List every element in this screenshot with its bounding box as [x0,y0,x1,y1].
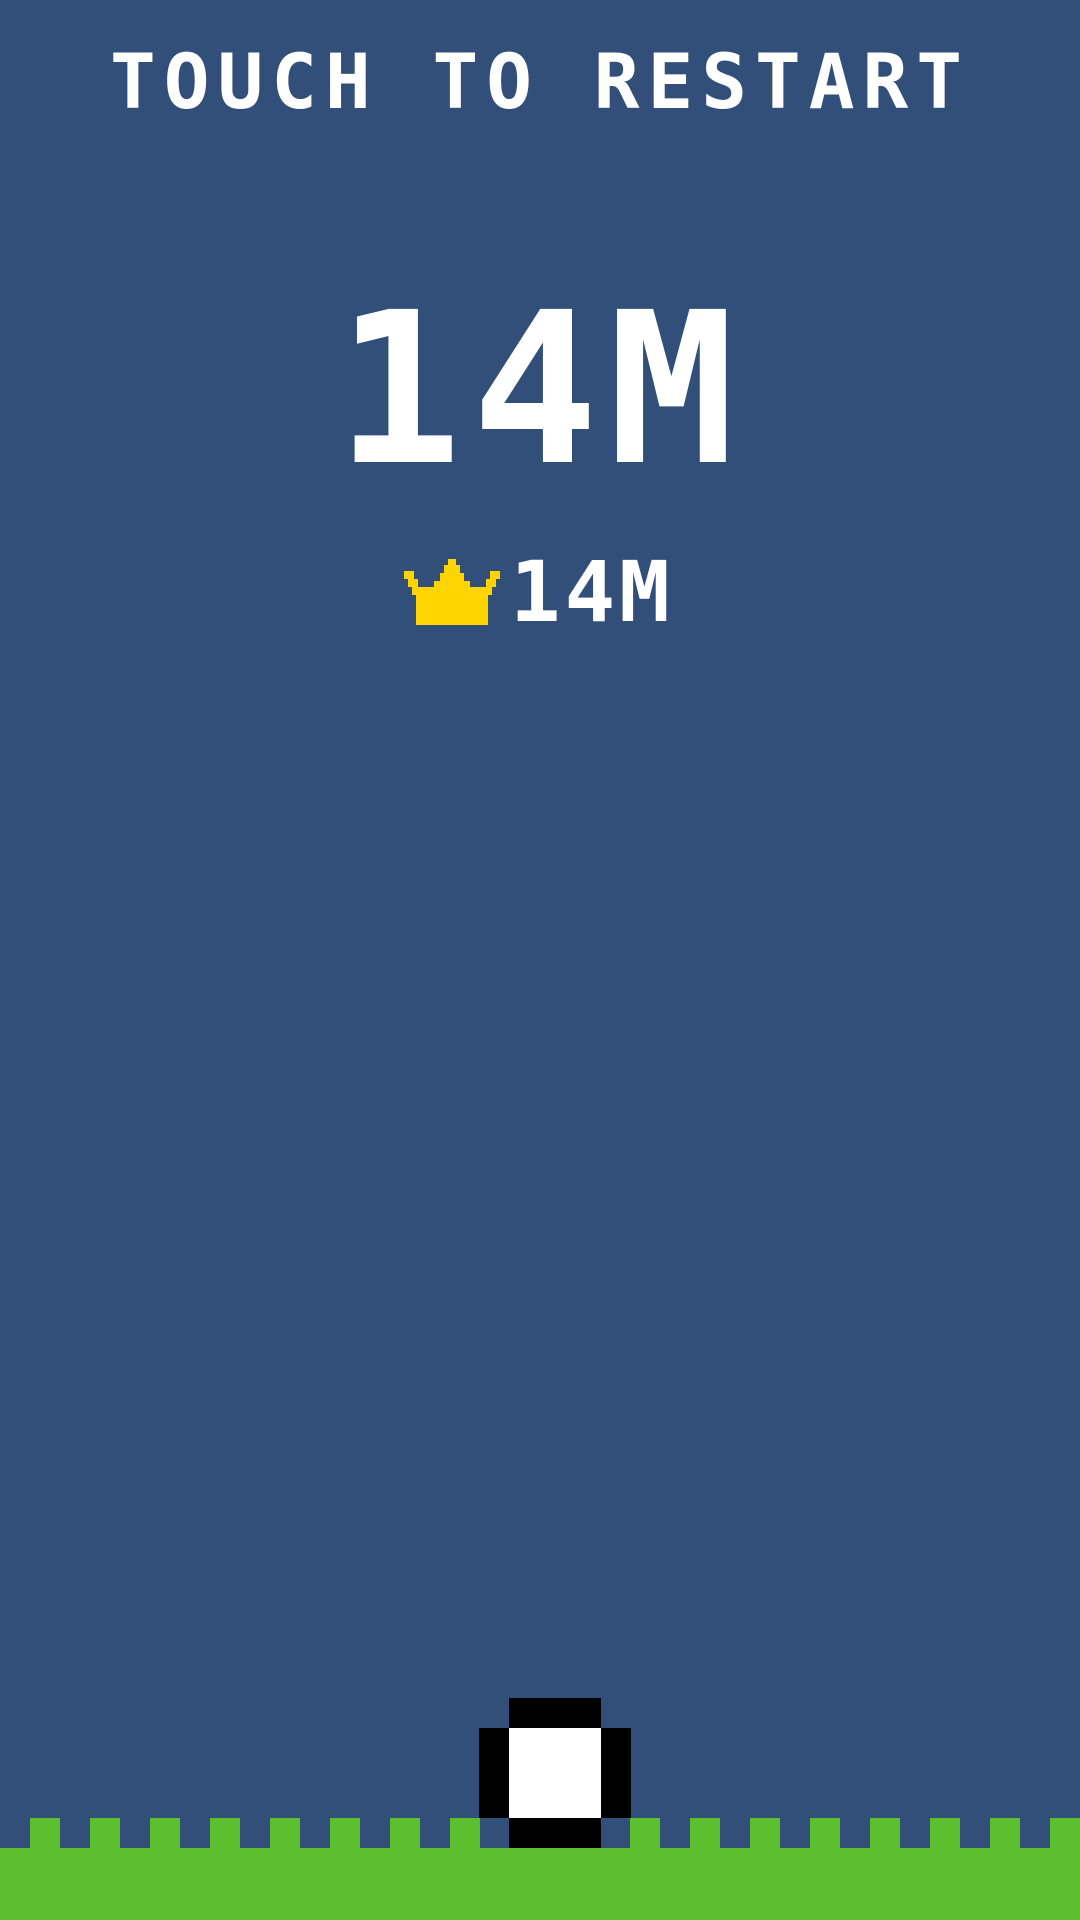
crown-icon [404,559,500,625]
current-score: 14M [335,267,745,512]
game-screen[interactable]: TOUCH TO RESTART 14M 14M [0,0,1080,1920]
best-score-display: 14M [404,543,674,641]
best-score-value: 14M [510,543,674,641]
ball-icon [479,1698,631,1848]
restart-prompt[interactable]: TOUCH TO RESTART [0,42,1080,122]
